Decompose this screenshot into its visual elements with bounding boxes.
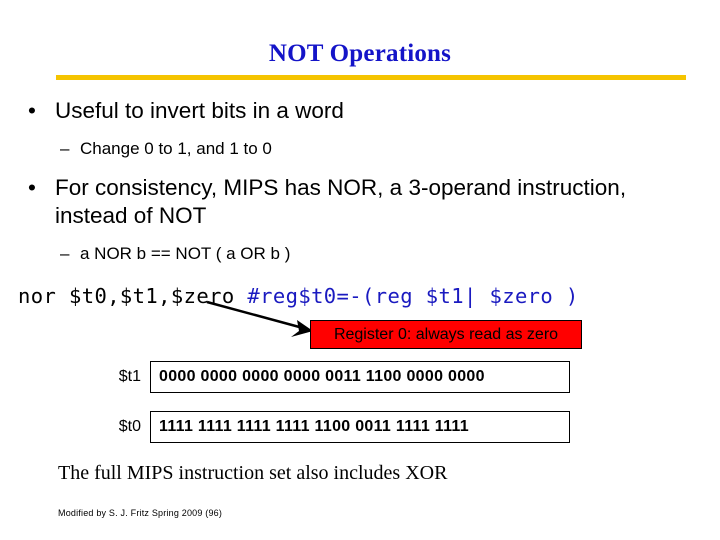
bullet-text: Useful to invert bits in a word	[55, 98, 344, 123]
title-underline-rule	[56, 75, 686, 80]
register-value-box: 1111 1111 1111 1111 1100 0011 1111 1111	[150, 411, 570, 443]
register-row-t0: $t0 1111 1111 1111 1111 1100 0011 1111 1…	[100, 411, 570, 443]
bullet-marker: •	[28, 98, 36, 123]
bullet-item-1: • Useful to invert bits in a word	[28, 97, 668, 125]
closing-note: The full MIPS instruction set also inclu…	[58, 462, 448, 484]
sub-bullet-text: Change 0 to 1, and 1 to 0	[80, 139, 272, 158]
bullet-marker: •	[28, 175, 36, 200]
bullet-text: For consistency, MIPS has NOR, a 3-opera…	[55, 175, 627, 228]
sub-bullet-item-2: – a NOR b == NOT ( a OR b )	[60, 243, 660, 265]
sub-bullet-marker: –	[60, 244, 70, 263]
status-badge-register-zero: Register 0: always read as zero	[310, 320, 582, 349]
page-title: NOT Operations	[268, 40, 452, 67]
slide: NOT Operations • Useful to invert bits i…	[0, 0, 720, 540]
footer-attribution: Modified by S. J. Fritz Spring 2009 (96)	[58, 508, 223, 518]
register-label: $t1	[118, 368, 141, 385]
callout-text: Register 0: always read as zero	[333, 325, 559, 343]
register-value-box: 0000 0000 0000 0000 0011 1100 0000 0000	[150, 361, 570, 393]
bullet-item-2: • For consistency, MIPS has NOR, a 3-ope…	[28, 174, 638, 230]
callout-arrow-icon	[206, 300, 313, 337]
sub-bullet-marker: –	[60, 139, 70, 158]
register-label: $t0	[118, 418, 141, 435]
register-row-t1: $t1 0000 0000 0000 0000 0011 1100 0000 0…	[100, 361, 570, 393]
sub-bullet-item-1: – Change 0 to 1, and 1 to 0	[60, 138, 660, 160]
sub-bullet-text: a NOR b == NOT ( a OR b )	[80, 244, 291, 263]
